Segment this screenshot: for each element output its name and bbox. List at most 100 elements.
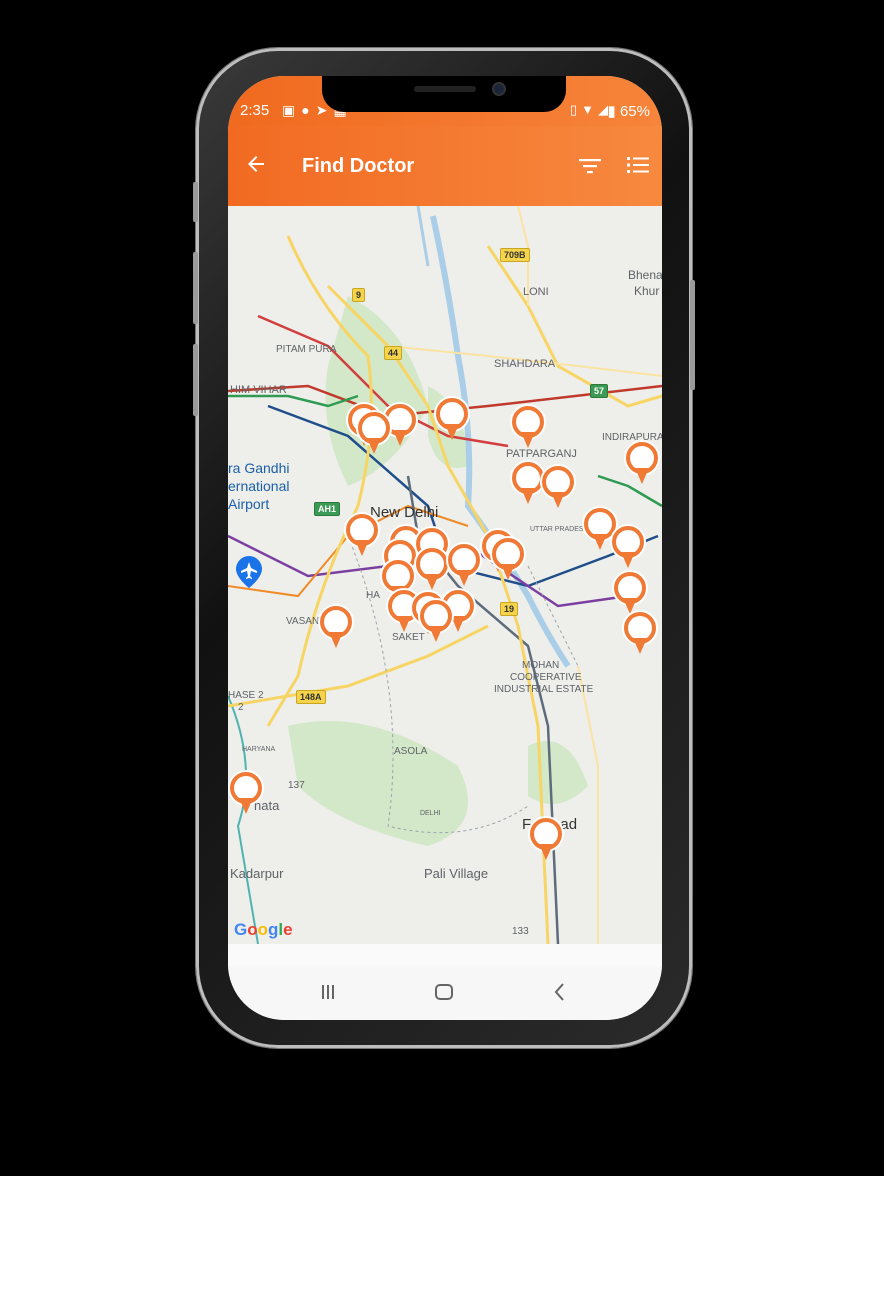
filter-icon[interactable] (578, 156, 602, 176)
doctor-map[interactable]: LONI Bhena Khur PITAM PURA SHAHDARA HIM … (228, 206, 662, 944)
doctor-icon (424, 604, 448, 628)
doctor-icon (618, 576, 642, 600)
map-label-loni: LONI (523, 286, 549, 298)
map-label-phase-1: HASE 2 (228, 690, 264, 701)
phone-volume-down (193, 344, 198, 416)
map-label-haryana: HARYANA (242, 746, 276, 753)
recent-apps-icon[interactable] (316, 980, 340, 1004)
road-shield-148a: 148A (296, 690, 326, 704)
doctor-marker[interactable] (624, 440, 660, 486)
map-label-bhena: Bhena (628, 268, 662, 282)
doctor-icon (616, 530, 640, 554)
list-view-icon[interactable] (626, 154, 650, 176)
road-shield-57: 57 (590, 384, 609, 398)
map-label-pali-village: Pali Village (424, 866, 489, 881)
page-background-bottom (0, 1176, 884, 1300)
bottom-sheet-peek[interactable] (228, 944, 662, 966)
doctor-marker[interactable] (622, 610, 658, 656)
map-label-shahdara: SHAHDARA (494, 358, 556, 370)
map-label-khur: Khur (634, 284, 660, 298)
doctor-marker[interactable] (318, 604, 354, 650)
wifi-icon: ▼ (581, 102, 598, 117)
airport-marker-icon[interactable] (236, 556, 262, 588)
phone-notch (322, 76, 566, 112)
phone-screen: 2:35 ▣●➤▦ ▯▼◢ ▮ 65% Find Doctor (228, 76, 662, 1020)
map-label-delhi-border: DELHI (420, 810, 441, 817)
back-arrow-icon[interactable] (244, 152, 268, 176)
road-label-133: 133 (512, 926, 529, 937)
app-bar: Find Doctor (228, 126, 662, 206)
road-label-137: 137 (288, 780, 305, 791)
front-camera (492, 82, 506, 96)
doctor-icon (386, 564, 410, 588)
doctor-marker[interactable] (510, 404, 546, 450)
doctor-marker[interactable] (490, 536, 526, 582)
doctor-marker[interactable] (528, 816, 564, 862)
doctor-icon (452, 548, 476, 572)
doctor-icon (362, 416, 386, 440)
doctor-icon (350, 518, 374, 542)
android-nav-bar (228, 966, 662, 1020)
doctor-marker[interactable] (418, 598, 454, 644)
page-title: Find Doctor (302, 155, 415, 177)
map-label-airport-line1: ra Gandhi (228, 460, 290, 476)
doctor-icon (630, 446, 654, 470)
road-shield-ah1: AH1 (314, 502, 341, 516)
doctor-marker[interactable] (540, 464, 576, 510)
doctor-icon (628, 616, 652, 640)
map-label-mohan-3: INDUSTRIAL ESTATE (494, 684, 594, 695)
doctor-icon (546, 470, 570, 494)
battery-icon: ▮ (607, 103, 616, 120)
doctor-icon (234, 776, 258, 800)
map-label-airport-line2: ernational (228, 478, 290, 494)
map-label-hauz: HA (366, 590, 380, 601)
google-letter: o (247, 920, 258, 939)
map-label-kadarpur: Kadarpur (230, 866, 284, 881)
road-shield-44: 44 (384, 346, 403, 360)
map-label-uttar-pradesh: UTTAR PRADESH (530, 526, 589, 533)
bulb-icon: ● (301, 102, 316, 118)
doctor-marker[interactable] (610, 524, 646, 570)
map-label-mohan-1: MOHAN (522, 660, 560, 671)
battery-percent: 65% (619, 103, 650, 120)
doctor-icon (324, 610, 348, 634)
battery-indicator: ▮ 65% (608, 102, 650, 120)
home-icon[interactable] (432, 980, 456, 1004)
doctor-icon (516, 410, 540, 434)
doctor-marker[interactable] (446, 542, 482, 588)
doctor-icon (496, 542, 520, 566)
status-time: 2:35 (240, 102, 270, 119)
google-letter: g (268, 920, 279, 939)
phone-mute-switch (193, 182, 198, 222)
google-letter: o (257, 920, 269, 939)
doctor-icon (588, 512, 612, 536)
doctor-marker[interactable] (414, 546, 450, 592)
doctor-marker[interactable] (356, 410, 392, 456)
map-label-phase-2: 2 (238, 702, 244, 713)
back-nav-icon[interactable] (548, 980, 572, 1004)
map-label-pitampura: PITAM PURA (276, 344, 337, 355)
map-label-vihar: HIM VIHAR (230, 384, 287, 396)
doctor-marker[interactable] (228, 770, 264, 816)
google-letter: e (283, 920, 293, 939)
doctor-icon (534, 822, 558, 846)
status-right-icons: ▯▼◢ (570, 102, 612, 118)
phone-power-button (690, 280, 695, 390)
vibrate-icon: ▯ (569, 102, 582, 117)
doctor-icon (440, 402, 464, 426)
google-attribution: Google (234, 920, 293, 940)
map-label-mohan-2: COOPERATIVE (510, 672, 582, 683)
doctor-marker[interactable] (434, 396, 470, 442)
google-letter: G (234, 920, 248, 939)
doctor-icon (516, 466, 540, 490)
road-shield-19: 19 (500, 602, 519, 616)
map-label-airport-line3: Airport (228, 496, 270, 512)
map-label-asola: ASOLA (394, 746, 428, 757)
phone-speaker (414, 86, 476, 92)
doctor-marker[interactable] (344, 512, 380, 558)
phone-volume-up (193, 252, 198, 324)
map-label-vasant: VASAN (286, 616, 320, 627)
road-shield-9: 9 (352, 288, 366, 302)
doctor-icon (420, 552, 444, 576)
map-label-new-delhi: New Delhi (370, 504, 439, 521)
